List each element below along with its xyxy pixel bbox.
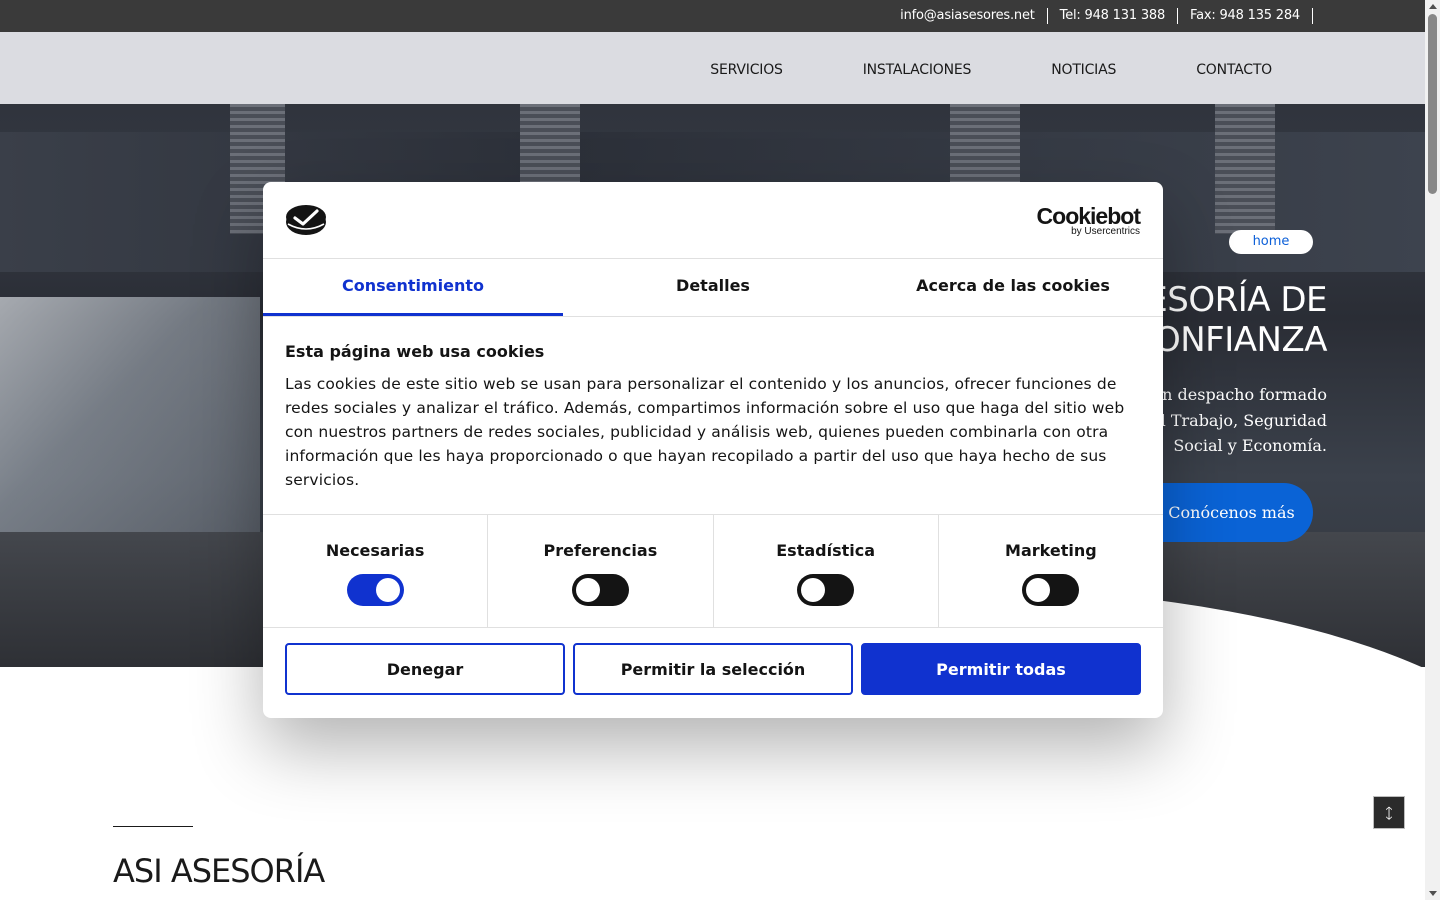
dialog-tabs: Consentimiento Detalles Acerca de las co… <box>263 259 1163 317</box>
category-label: Preferencias <box>543 541 658 560</box>
contact-info: info@asiasesores.net Tel: 948 131 388 Fa… <box>888 0 1313 32</box>
category-estadistica: Estadística <box>714 515 939 627</box>
dialog-body: Esta página web usa cookies Las cookies … <box>285 342 1141 492</box>
page-scrollbar[interactable] <box>1425 0 1440 900</box>
tab-consentimiento[interactable]: Consentimiento <box>263 259 563 316</box>
scroll-down-icon[interactable] <box>1429 891 1437 896</box>
arrow-up-icon: 🡙 <box>1385 805 1393 821</box>
toggle-knob <box>575 578 600 602</box>
dialog-header: Cookiebot by Usercentrics <box>263 182 1163 259</box>
hero-shutter <box>1215 104 1275 234</box>
tab-detalles[interactable]: Detalles <box>563 259 863 316</box>
back-to-top-button[interactable]: 🡙 <box>1373 796 1405 829</box>
fax-text: Fax: 948 135 284 <box>1178 8 1313 24</box>
tab-acerca[interactable]: Acerca de las cookies <box>863 259 1163 316</box>
toggle-estadistica[interactable] <box>797 574 855 606</box>
section-divider <box>113 826 193 827</box>
toggle-knob <box>1026 578 1051 602</box>
cookie-categories: Necesarias Preferencias Estadística Mark… <box>263 514 1163 628</box>
dialog-heading: Esta página web usa cookies <box>285 342 545 361</box>
nav-item-instalaciones[interactable]: INSTALACIONES <box>863 58 972 78</box>
category-preferencias: Preferencias <box>488 515 714 627</box>
scroll-up-icon[interactable] <box>1429 4 1437 9</box>
allow-selection-button[interactable]: Permitir la selección <box>573 643 853 695</box>
brand-name: Cookiebot <box>1036 203 1141 229</box>
scrollbar-thumb[interactable] <box>1428 14 1437 194</box>
phone-link[interactable]: Tel: 948 131 388 <box>1048 8 1179 24</box>
email-link[interactable]: info@asiasesores.net <box>888 8 1048 24</box>
toggle-necesarias[interactable] <box>346 574 404 606</box>
breadcrumb-home[interactable]: home <box>1229 230 1313 254</box>
cookie-consent-dialog: Cookiebot by Usercentrics Consentimiento… <box>263 182 1163 718</box>
cookiebot-logo-icon <box>286 205 326 235</box>
dialog-text: Las cookies de este sitio web se usan pa… <box>285 375 1125 489</box>
category-marketing: Marketing <box>939 515 1163 627</box>
cookiebot-brand[interactable]: Cookiebot by Usercentrics <box>1036 203 1141 237</box>
toggle-preferencias[interactable] <box>571 574 629 606</box>
hero-glass-facade <box>0 297 260 567</box>
nav-item-contacto[interactable]: CONTACTO <box>1196 58 1272 78</box>
nav-item-noticias[interactable]: NOTICIAS <box>1051 58 1116 78</box>
deny-button[interactable]: Denegar <box>285 643 565 695</box>
nav-item-servicios[interactable]: SERVICIOS <box>710 58 783 78</box>
category-label: Estadística <box>776 541 876 560</box>
toggle-knob <box>375 578 400 602</box>
allow-all-button[interactable]: Permitir todas <box>861 643 1141 695</box>
main-nav: SERVICIOS INSTALACIONES NOTICIAS CONTACT… <box>0 32 1425 104</box>
category-label: Necesarias <box>325 541 425 560</box>
category-necesarias: Necesarias <box>263 515 489 627</box>
toggle-knob <box>801 578 826 602</box>
toggle-marketing[interactable] <box>1022 574 1080 606</box>
top-contact-bar: info@asiasesores.net Tel: 948 131 388 Fa… <box>0 0 1425 32</box>
category-label: Marketing <box>1005 541 1097 560</box>
dialog-actions: Denegar Permitir la selección Permitir t… <box>285 643 1141 695</box>
nav-menu: SERVICIOS INSTALACIONES NOTICIAS CONTACT… <box>710 32 1272 104</box>
section-title: ASI ASESORÍA <box>113 852 325 890</box>
